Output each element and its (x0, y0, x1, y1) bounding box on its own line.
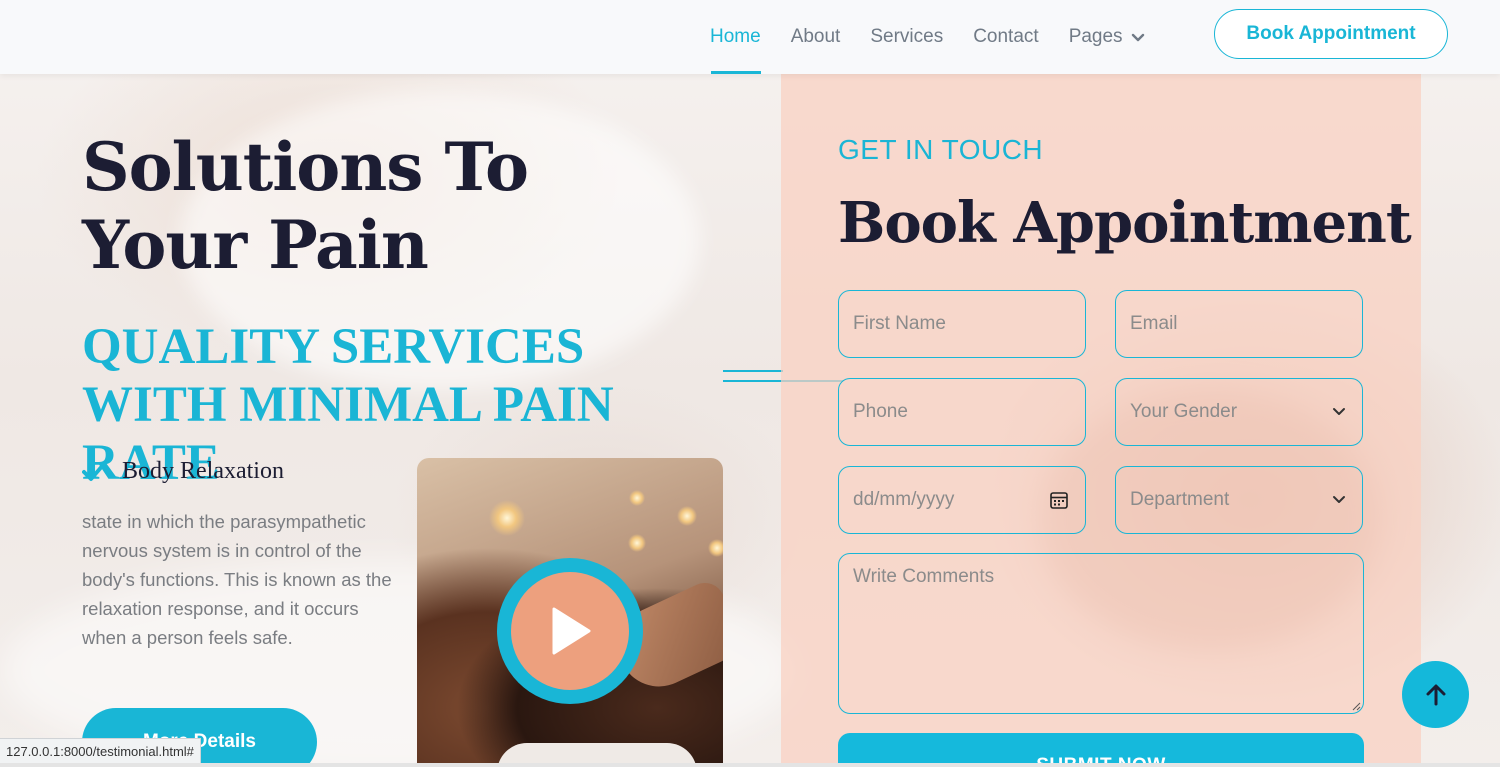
hero-description: state in which the parasympathetic nervo… (82, 511, 392, 648)
main-nav: Home About Services Contact Pages (710, 0, 1175, 74)
nav-item-label: Home (710, 26, 761, 47)
connector-line (723, 370, 783, 372)
submit-button[interactable]: SUBMIT NOW (838, 733, 1364, 767)
phone-placeholder: Phone (853, 401, 908, 422)
chevron-down-icon (1333, 496, 1345, 503)
nav-item-label: Contact (973, 26, 1039, 47)
play-icon (552, 607, 591, 655)
scroll-to-top-button[interactable] (1402, 661, 1469, 728)
site-header: Home About Services Contact Pages Book A… (0, 0, 1500, 74)
nav-item-about[interactable]: About (791, 0, 841, 74)
book-appointment-button[interactable]: Book Appointment (1214, 9, 1448, 59)
nav-item-pages[interactable]: Pages (1069, 0, 1145, 74)
department-select[interactable]: Department (1115, 466, 1363, 534)
chevron-down-icon (1131, 33, 1144, 42)
arrow-up-icon (1426, 684, 1445, 705)
email-field[interactable]: Email (1115, 290, 1363, 358)
date-field[interactable]: dd/mm/yyyy (838, 466, 1086, 534)
play-button[interactable] (497, 558, 643, 704)
nav-item-services[interactable]: Services (870, 0, 943, 74)
phone-field[interactable]: Phone (838, 378, 1086, 446)
first-name-field[interactable]: First Name (838, 290, 1086, 358)
video-thumbnail[interactable] (417, 458, 723, 767)
email-placeholder: Email (1130, 313, 1178, 334)
nav-item-contact[interactable]: Contact (973, 0, 1038, 74)
feature-label: Body Relaxation (122, 458, 284, 484)
browser-status-url: 127.0.0.1:8000/testimonial.html# (0, 738, 201, 763)
gender-select[interactable]: Your Gender (1115, 378, 1363, 446)
nav-item-label: About (790, 26, 841, 47)
nav-item-home[interactable]: Home (710, 0, 761, 74)
resize-grip-icon[interactable] (1351, 701, 1361, 711)
gender-placeholder: Your Gender (1130, 401, 1238, 422)
window-bottom-edge (0, 763, 1500, 767)
feature-item: Body Relaxation (82, 458, 284, 485)
department-placeholder: Department (1130, 489, 1230, 510)
first-name-placeholder: First Name (853, 313, 946, 334)
chevron-down-icon (1333, 408, 1345, 415)
form-eyebrow: GET IN TOUCH (838, 134, 1044, 165)
comments-placeholder: Write Comments (853, 566, 995, 587)
play-button-inner (511, 572, 629, 690)
hero-title: Solutions To Your Pain (82, 128, 529, 284)
date-placeholder: dd/mm/yyyy (853, 489, 955, 510)
nav-item-label: Services (870, 26, 944, 47)
comments-textarea[interactable]: Write Comments (838, 553, 1364, 714)
form-title: Book Appointment (838, 190, 1412, 256)
check-icon (82, 461, 106, 481)
calendar-icon[interactable] (1049, 490, 1069, 510)
nav-item-label: Pages (1068, 26, 1123, 47)
